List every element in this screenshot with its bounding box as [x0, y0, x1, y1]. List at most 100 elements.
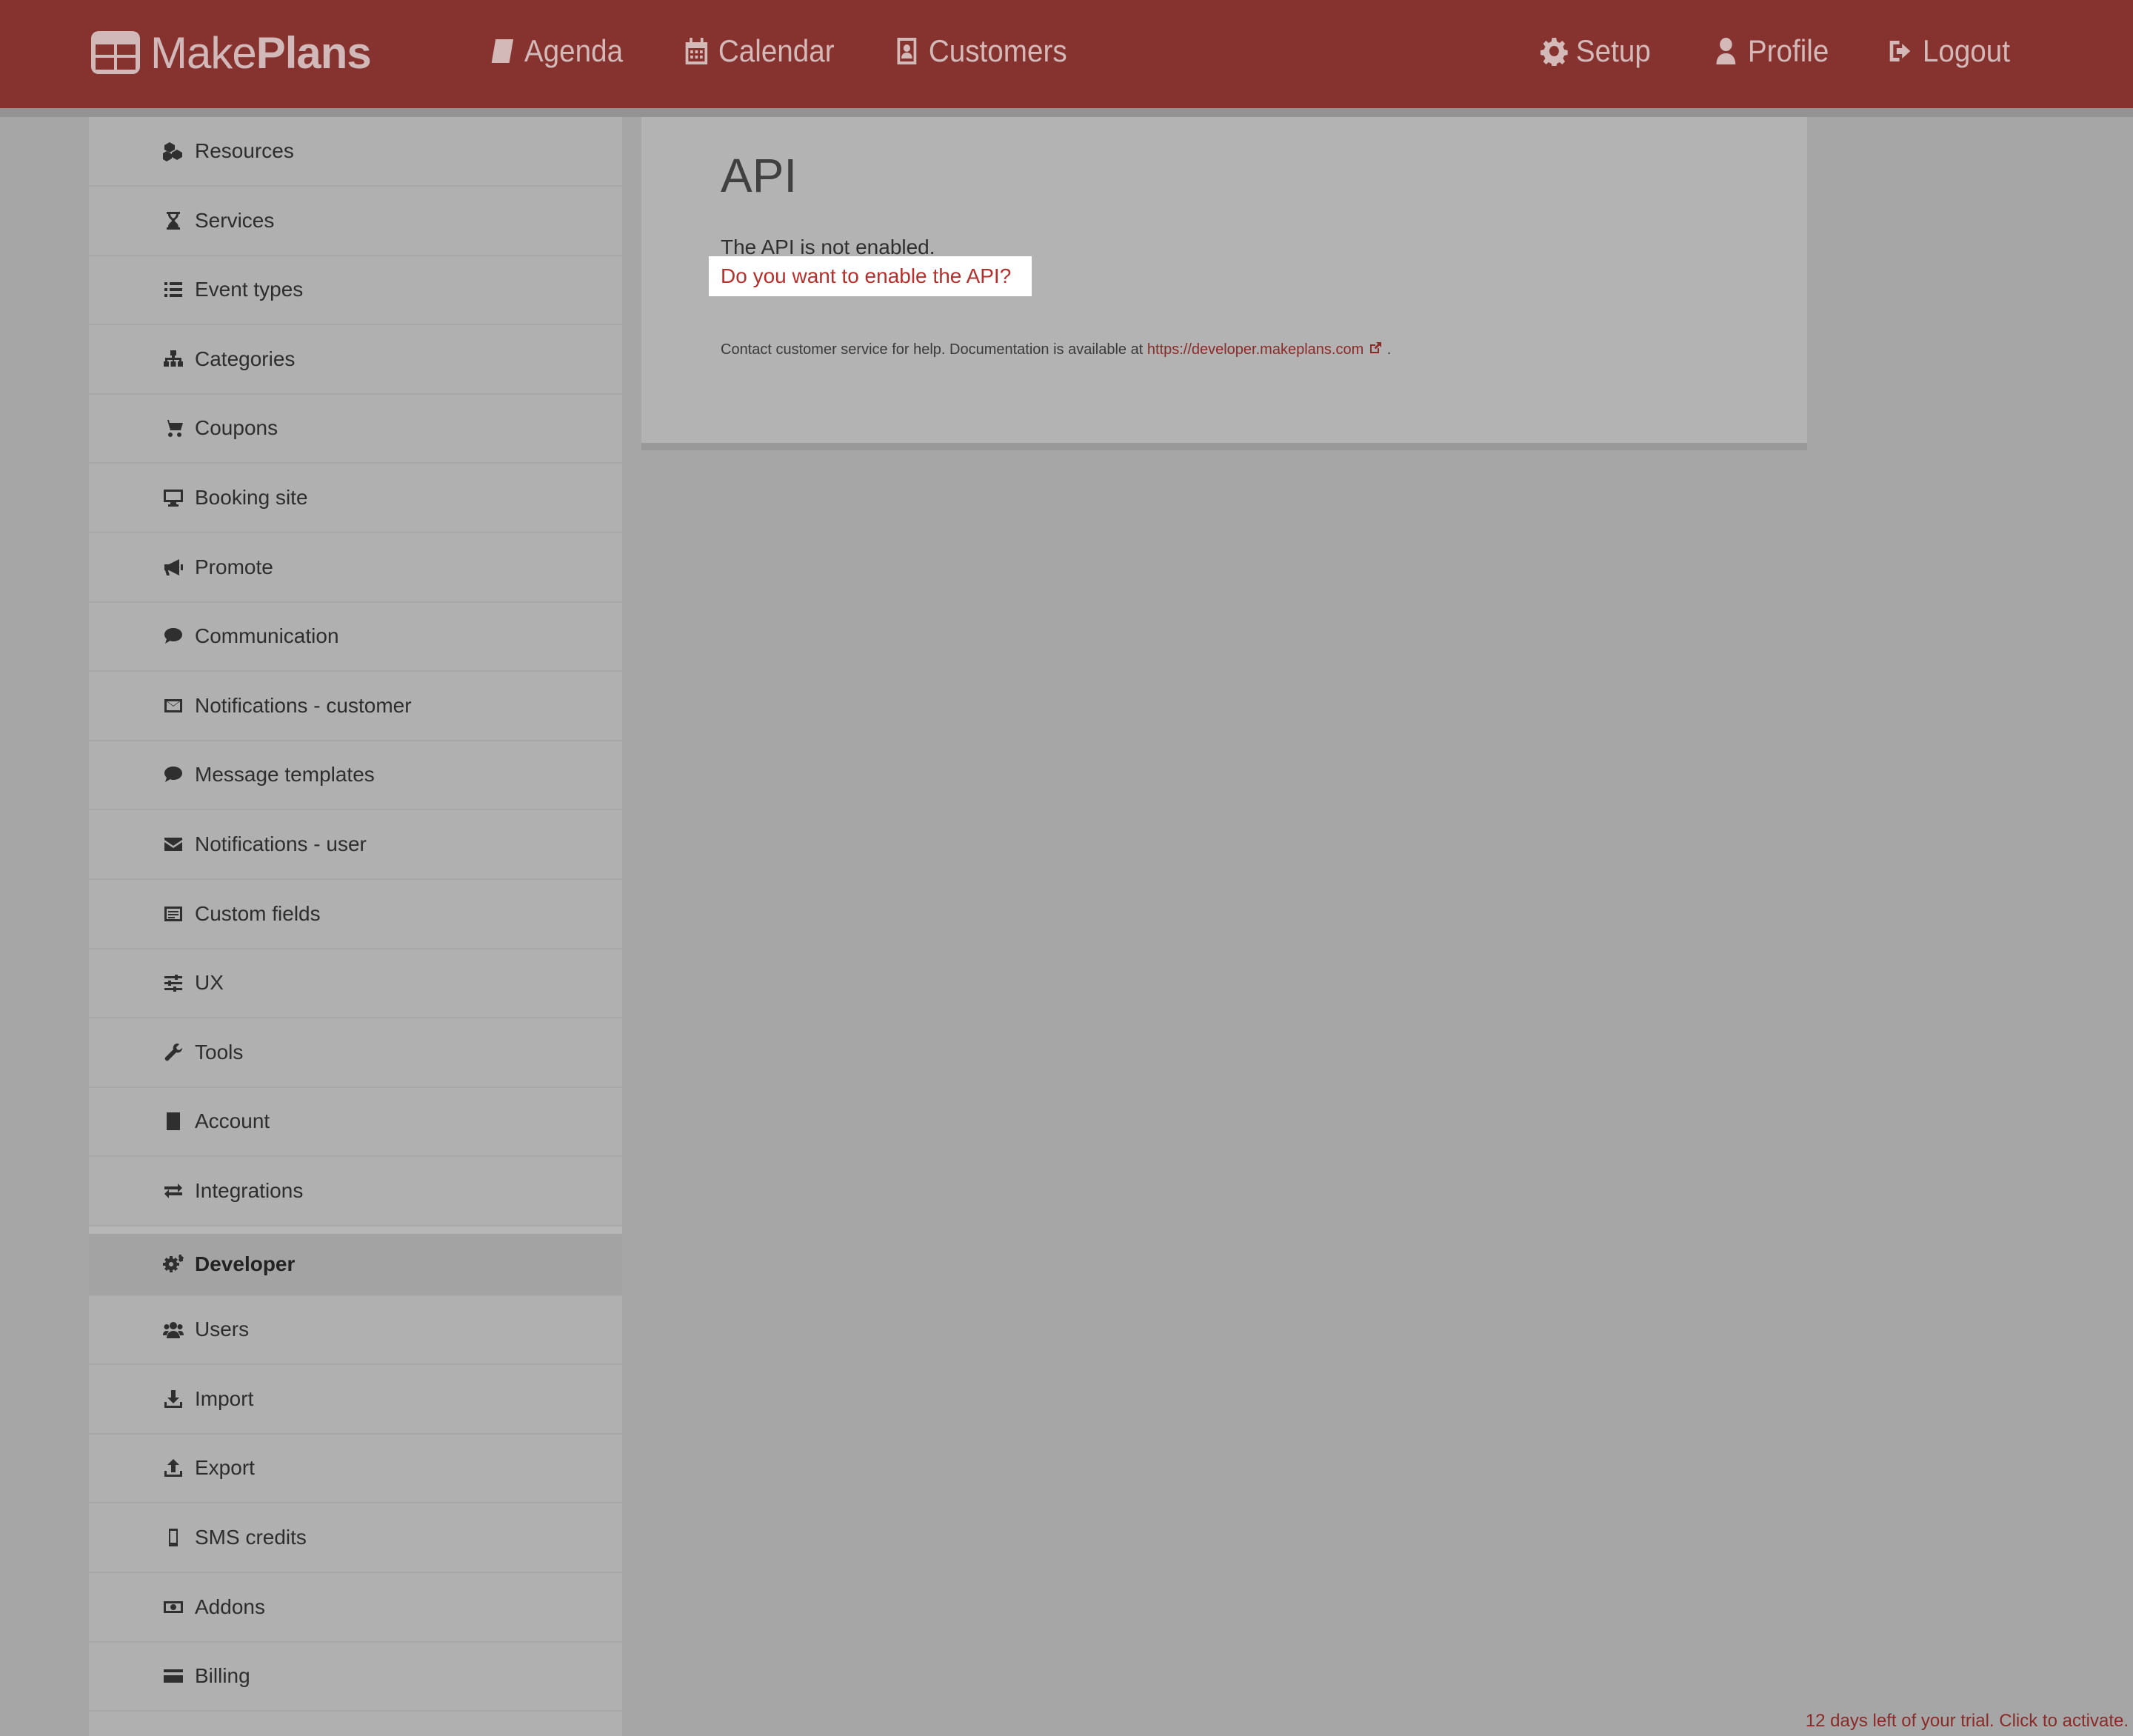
download-icon	[163, 1389, 184, 1409]
sliders-icon	[163, 972, 184, 993]
megaphone-icon	[163, 557, 184, 578]
calendar-icon	[685, 38, 708, 64]
nav-calendar-label: Calendar	[718, 33, 835, 68]
sidebar-item-ux[interactable]: UX	[89, 949, 622, 1018]
help-prefix: Contact customer service for help. Docum…	[721, 341, 1144, 358]
sidebar-item-label: UX	[195, 971, 224, 994]
sidebar-item-label: Addons	[195, 1595, 265, 1618]
setup-sidebar: Resources Services Event types Categories Co…	[89, 117, 622, 1736]
sidebar-item-integrations[interactable]: Integrations	[89, 1157, 622, 1226]
page-title: API	[721, 149, 798, 202]
sidebar-item-booking-site[interactable]: Booking site	[89, 464, 622, 533]
nav-setup[interactable]: Setup	[1540, 27, 1651, 76]
makeplans-logo[interactable]: MakePlans	[91, 27, 372, 79]
nav-logout-label: Logout	[1922, 33, 2011, 68]
sidebar-item-label: Billing	[195, 1664, 250, 1687]
book-icon	[491, 39, 514, 63]
sidebar-item-import[interactable]: Import	[89, 1365, 622, 1435]
nav-profile[interactable]: Profile	[1712, 27, 1829, 76]
sidebar-item-categories[interactable]: Categories	[89, 325, 622, 395]
form-icon	[163, 904, 184, 924]
envelope-icon	[163, 834, 184, 855]
list-icon	[163, 279, 184, 300]
nav-profile-label: Profile	[1747, 33, 1829, 68]
gears-icon	[163, 1254, 184, 1275]
address-book-icon	[897, 38, 917, 64]
external-link-icon	[1370, 342, 1382, 353]
nav-setup-label: Setup	[1575, 33, 1651, 68]
sidebar-item-sms-credits[interactable]: SMS credits	[89, 1503, 622, 1573]
sidebar-item-message-templates[interactable]: Message templates	[89, 741, 622, 810]
sidebar-item-label: Categories	[195, 347, 296, 370]
sidebar-item-custom-fields[interactable]: Custom fields	[89, 880, 622, 949]
sidebar-item-billing[interactable]: Billing	[89, 1642, 622, 1712]
hourglass-icon	[163, 210, 184, 231]
building-icon	[163, 1111, 184, 1132]
money-icon	[163, 1597, 184, 1618]
sidebar-item-addons[interactable]: Addons	[89, 1573, 622, 1643]
sidebar-item-label: Users	[195, 1318, 250, 1341]
credit-card-icon	[163, 1666, 184, 1686]
exchange-icon	[163, 1181, 184, 1201]
gear-icon	[1540, 38, 1568, 66]
help-text: Contact customer service for help. Docum…	[721, 341, 1391, 358]
sitemap-icon	[163, 349, 184, 370]
sidebar-item-communication[interactable]: Communication	[89, 602, 622, 672]
sign-out-icon	[1889, 41, 1911, 61]
sidebar-item-label: Communication	[195, 624, 339, 647]
help-suffix: .	[1386, 341, 1392, 358]
sidebar-item-services[interactable]: Services	[89, 187, 622, 256]
sidebar-item-label: Notifications - user	[195, 832, 367, 855]
sidebar-item-label: Account	[195, 1109, 270, 1132]
sidebar-item-label: Export	[195, 1456, 255, 1479]
sidebar-item-tools[interactable]: Tools	[89, 1018, 622, 1088]
sidebar-item-label: Notifications - customer	[195, 694, 412, 717]
enable-api-link[interactable]: Do you want to enable the API?	[721, 264, 1011, 288]
nav-calendar[interactable]: Calendar	[683, 27, 835, 76]
sidebar-item-coupons[interactable]: Coupons	[89, 394, 622, 464]
enable-api-highlight[interactable]: Do you want to enable the API?	[709, 256, 1032, 296]
sidebar-item-users[interactable]: Users	[89, 1295, 622, 1365]
sidebar-item-label: Developer	[195, 1252, 296, 1275]
cart-icon	[163, 418, 184, 438]
cubes-icon	[163, 141, 184, 161]
sidebar-item-resources[interactable]: Resources	[89, 117, 622, 187]
sidebar-item-label: Booking site	[195, 486, 308, 509]
sidebar-item-label: Resources	[195, 139, 294, 162]
sidebar-item-label: Tools	[195, 1041, 244, 1064]
wrench-icon	[163, 1042, 184, 1063]
sidebar-item-notifications-user[interactable]: Notifications - user	[89, 810, 622, 880]
sidebar-item-developer[interactable]: Developer	[89, 1226, 622, 1296]
envelope-outline-icon	[163, 695, 184, 716]
user-icon	[1716, 38, 1736, 64]
monitor-icon	[163, 487, 184, 508]
sidebar-item-label: Integrations	[195, 1179, 304, 1202]
sidebar-item-export[interactable]: Export	[89, 1434, 622, 1503]
chat-icon	[163, 764, 184, 785]
mobile-icon	[163, 1527, 184, 1548]
sidebar-item-promote[interactable]: Promote	[89, 533, 622, 603]
nav-agenda[interactable]: Agenda	[489, 27, 623, 76]
sidebar-item-label: Custom fields	[195, 902, 321, 925]
nav-customers[interactable]: Customers	[893, 27, 1067, 76]
nav-agenda-label: Agenda	[524, 33, 624, 68]
sidebar-item-label: SMS credits	[195, 1526, 307, 1549]
trial-notice[interactable]: 12 days left of your trial. Click to act…	[1806, 1711, 2129, 1732]
logo-text: MakePlans	[150, 27, 372, 78]
nav-customers-label: Customers	[928, 33, 1067, 68]
developer-docs-link[interactable]: https://developer.makeplans.com	[1147, 341, 1383, 358]
nav-logout[interactable]: Logout	[1887, 27, 2010, 76]
sidebar-item-notifications-customer[interactable]: Notifications - customer	[89, 672, 622, 741]
sidebar-item-event-types[interactable]: Event types	[89, 256, 622, 325]
upload-icon	[163, 1458, 184, 1478]
sidebar-item-label: Coupons	[195, 416, 278, 439]
sidebar-item-account[interactable]: Account	[89, 1087, 622, 1157]
sidebar-item-label: Promote	[195, 555, 273, 578]
chat-icon	[163, 626, 184, 647]
logo-icon	[91, 31, 140, 74]
sidebar-item-label: Event types	[195, 278, 304, 301]
top-navbar: MakePlans Agenda Calendar Customers Setu…	[0, 0, 2133, 117]
sidebar-item-label: Message templates	[195, 763, 375, 786]
users-icon	[163, 1319, 184, 1340]
sidebar-item-label: Services	[195, 209, 275, 232]
